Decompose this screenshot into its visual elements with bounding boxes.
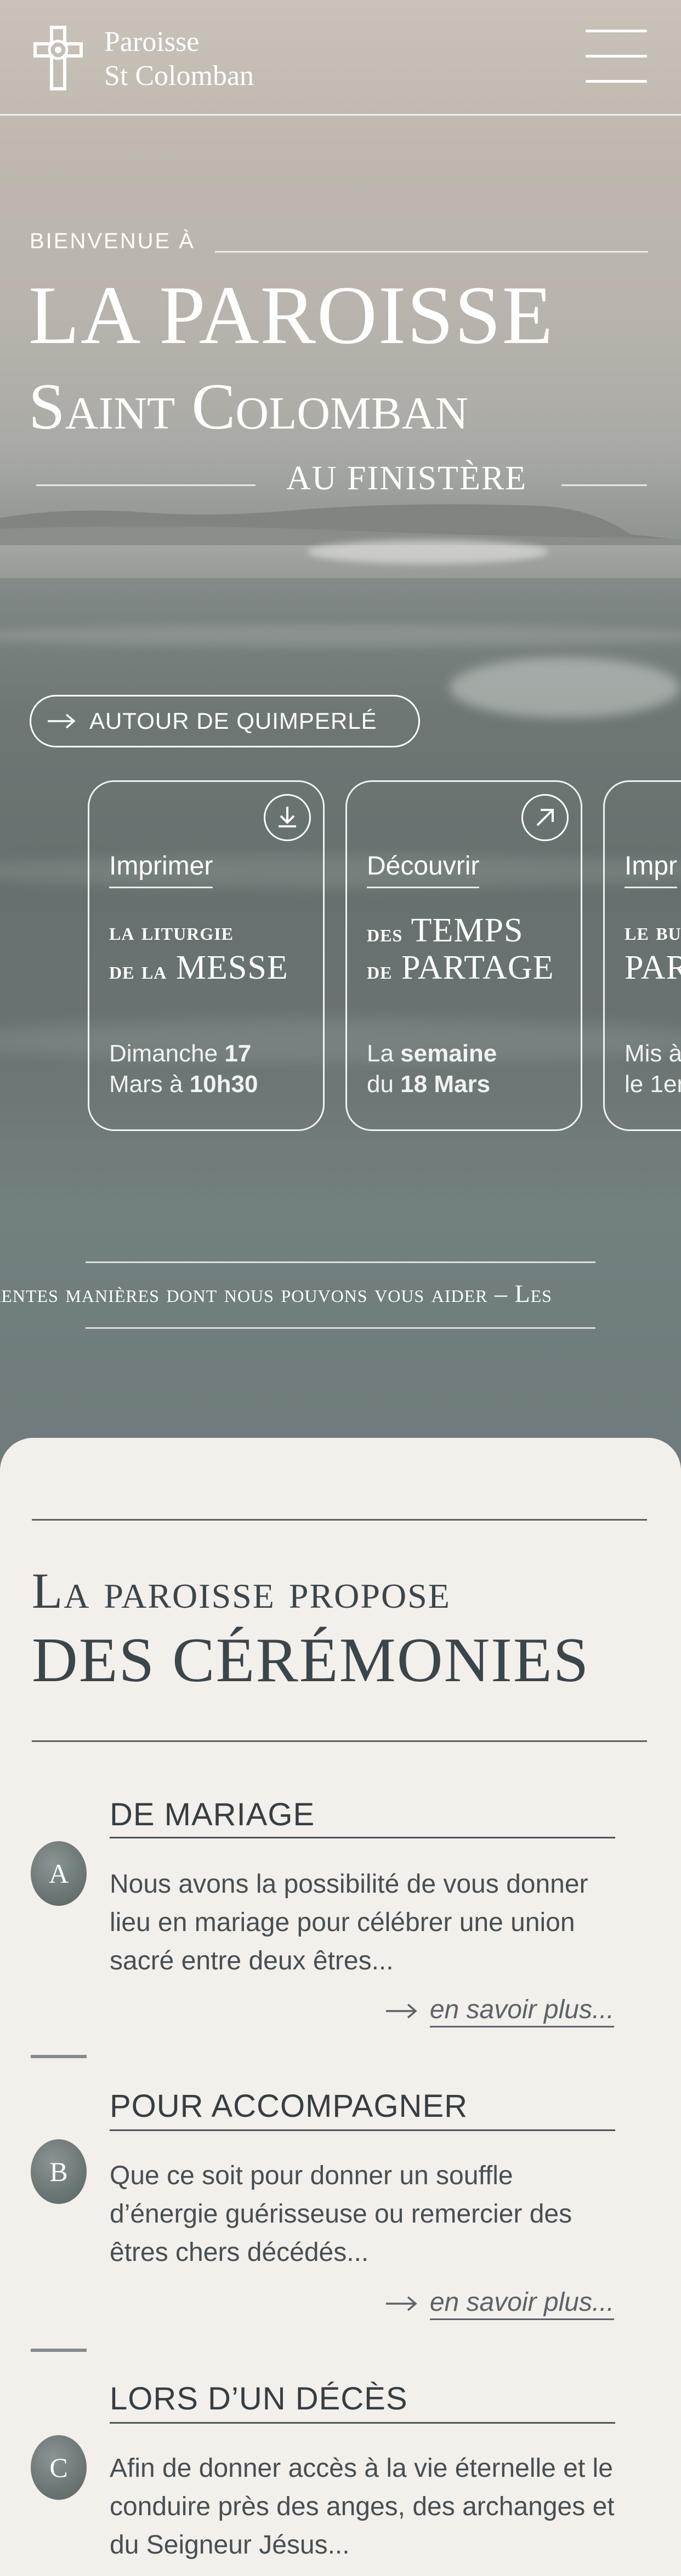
card-heading-line-2: PAR [625,949,681,986]
arrow-right-icon [385,2296,417,2311]
subtitle-divider-left [36,484,256,486]
top-navigation-bar: Paroisse St Colomban [0,0,681,116]
download-icon[interactable] [264,794,311,841]
card-heading-line-1: le bu [625,917,681,945]
card-bulletin[interactable]: Impr le bu PAR Mis àle 1er [603,780,681,1131]
ceremony-description: Nous avons la possibilité de vous donner… [110,1870,588,1975]
ceremony-description: Afin de donner accès à la vie éternelle … [110,2454,615,2560]
ceremony-badge: C [31,2435,87,2500]
ceremony-badge: B [31,2139,87,2204]
item-separator [31,2349,87,2352]
wave-line [0,625,681,647]
read-more-link[interactable]: en savoir plus... [385,2287,614,2320]
marquee-divider-top [86,1261,595,1263]
card-action-label: Impr [625,851,677,888]
arrow-up-right-icon[interactable] [521,794,569,841]
logo-line-1: Paroisse [104,26,200,58]
services-marquee: rentes manières dont nous pouvons vous a… [0,1280,552,1307]
location-button[interactable]: AUTOUR DE QUIMPERLÉ [30,695,420,747]
hero-title: LA PAROISSE [29,269,554,361]
subtitle-divider-right [561,484,647,486]
wave-spray [307,540,548,564]
arrow-right-icon [385,2003,417,2019]
ceremony-title-mariage: DE MARIAGE [110,1797,315,1832]
celtic-cross-logo-icon[interactable] [30,24,87,92]
card-heading-line-1: la liturgie [109,917,234,945]
card-date: Mis à le 1er [625,1040,681,1098]
hamburger-menu-icon[interactable] [586,30,647,84]
item-separator [31,2055,87,2058]
location-button-label: AUTOUR DE QUIMPERLÉ [89,708,377,734]
section-title-line-2: DES CÉRÉMONIES [32,1625,590,1695]
hero-subtitle: AU FINISTÈRE [286,460,527,497]
hero-title-secondary: Saint Colomban [29,370,469,443]
card-temps-partage[interactable]: Découvrir des TEMPS de PARTAGE La semain… [345,780,582,1131]
card-action-label: Découvrir [367,851,480,888]
ceremony-title-deces: LORS D’UN DÉCÈS [110,2381,408,2417]
ceremony-title-underline [110,1837,615,1838]
marquee-divider-bottom [86,1327,595,1329]
arrow-right-icon [48,713,76,729]
ceremony-description: Que ce soit pour donner un souffle d’éne… [110,2161,572,2267]
welcome-label: BIENVENUE À [30,229,195,253]
section-divider-bottom [32,1740,647,1742]
read-more-link[interactable]: en savoir plus... [385,1995,614,2027]
card-liturgie[interactable]: Imprimer la liturgie de la MESSE Dimanch… [88,780,325,1131]
card-heading-line-1: des TEMPS [367,912,524,949]
section-title-line-1: La paroisse propose [32,1563,451,1619]
ceremony-title-underline [110,2129,615,2131]
card-heading-line-2: de PARTAGE [367,949,554,986]
hero-section: Paroisse St Colomban BIENVENUE À LA PARO… [0,0,681,1469]
site-logo-text[interactable]: Paroisse St Colomban [104,25,254,93]
logo-line-2: St Colomban [104,60,254,92]
card-date: La semaine du 18 Mars [367,1040,497,1098]
headland-illustration [0,504,681,545]
ceremony-title-underline [110,2422,615,2424]
card-action-label: Imprimer [109,851,213,888]
ceremony-badge: A [31,1841,87,1906]
ceremony-title-accompagner: POUR ACCOMPAGNER [110,2088,468,2124]
wave-crest [450,658,680,718]
card-date: Dimanche 17 Mars à 10h30 [109,1040,258,1098]
welcome-divider [215,251,648,253]
section-divider-top [32,1519,647,1521]
card-heading-line-2: de la MESSE [109,949,288,986]
